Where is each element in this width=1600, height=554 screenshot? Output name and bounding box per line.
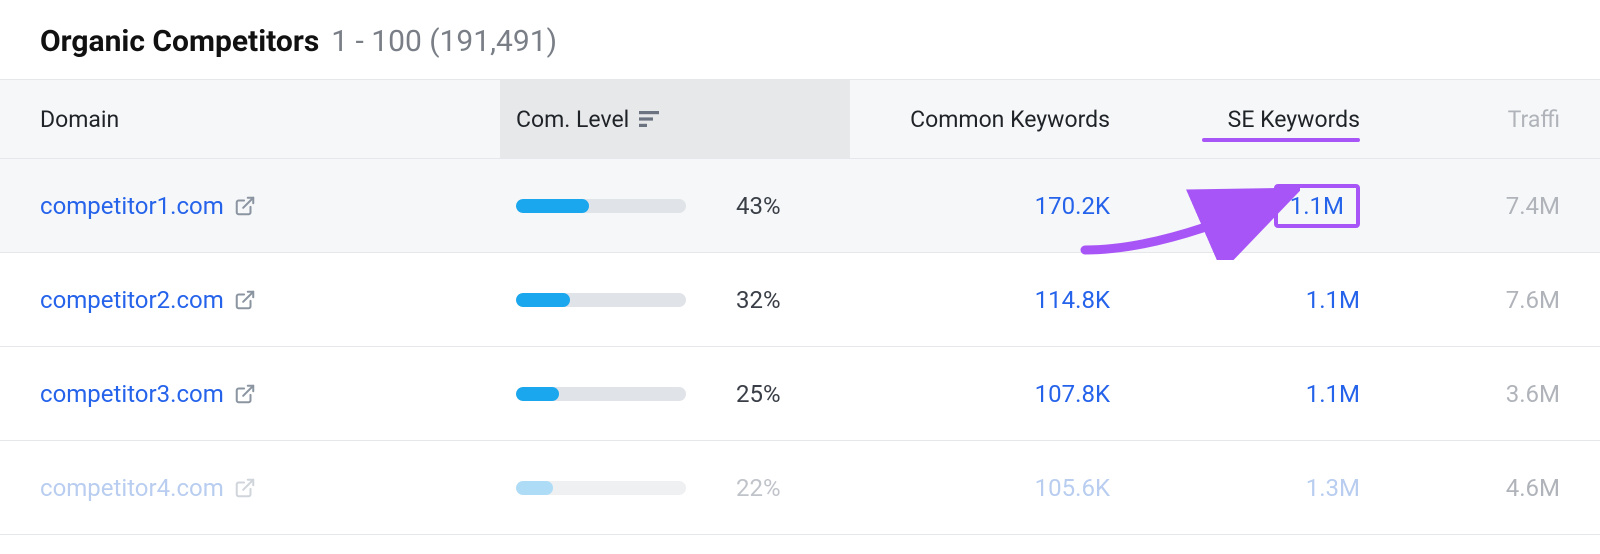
- se-keywords-value: 1.1M: [1306, 286, 1360, 314]
- progress-percent: 22%: [736, 474, 781, 502]
- col-header-traffic[interactable]: Traffi: [1400, 80, 1600, 158]
- competitors-table: Domain Com. Level Common Keywords SE Key…: [0, 79, 1600, 535]
- external-link-icon[interactable]: [234, 477, 256, 499]
- domain-text: competitor4.com: [40, 474, 224, 502]
- cell-common-keywords[interactable]: 105.6K: [850, 474, 1150, 502]
- cell-se-keywords[interactable]: 1.1M: [1150, 286, 1400, 314]
- domain-link[interactable]: competitor2.com: [40, 286, 256, 314]
- common-keywords-value: 170.2K: [1035, 192, 1110, 220]
- common-keywords-value: 107.8K: [1035, 380, 1110, 408]
- cell-domain: competitor1.com: [0, 192, 500, 220]
- cell-traffic: 7.6M: [1400, 286, 1600, 314]
- domain-link[interactable]: competitor1.com: [40, 192, 256, 220]
- table-row: competitor3.com 25% 107.8K 1.1M 3.6M: [0, 347, 1600, 441]
- external-link-icon[interactable]: [234, 383, 256, 405]
- col-header-se-keywords[interactable]: SE Keywords: [1150, 80, 1400, 158]
- cell-traffic: 3.6M: [1400, 380, 1600, 408]
- cell-se-keywords[interactable]: 1.1M: [1150, 380, 1400, 408]
- traffic-value: 4.6M: [1506, 474, 1560, 502]
- domain-text: competitor1.com: [40, 192, 224, 220]
- table-row: competitor4.com 22% 105.6K 1.3M 4.6M: [0, 441, 1600, 535]
- progress-fill: [516, 387, 559, 401]
- annotation-underline: [1202, 138, 1360, 142]
- table-row: competitor2.com 32% 114.8K 1.1M 7.6M: [0, 253, 1600, 347]
- external-link-icon[interactable]: [234, 289, 256, 311]
- cell-com-level: 43%: [500, 192, 850, 220]
- traffic-value: 7.6M: [1506, 286, 1560, 314]
- external-link-icon[interactable]: [234, 195, 256, 217]
- cell-traffic: 4.6M: [1400, 474, 1600, 502]
- page-title: Organic Competitors: [40, 24, 319, 59]
- cell-com-level: 22%: [500, 474, 850, 502]
- cell-com-level: 25%: [500, 380, 850, 408]
- se-keywords-value: 1.3M: [1306, 474, 1360, 502]
- col-header-domain-label: Domain: [40, 106, 119, 133]
- col-header-domain[interactable]: Domain: [0, 80, 500, 158]
- domain-text: competitor3.com: [40, 380, 224, 408]
- result-count: 1 - 100 (191,491): [331, 24, 557, 59]
- col-header-common-keywords[interactable]: Common Keywords: [850, 80, 1150, 158]
- col-header-com-level-label: Com. Level: [516, 106, 629, 133]
- cell-common-keywords[interactable]: 170.2K: [850, 192, 1150, 220]
- col-header-traffic-label: Traffi: [1508, 106, 1560, 133]
- domain-text: competitor2.com: [40, 286, 224, 314]
- cell-domain: competitor4.com: [0, 474, 500, 502]
- progress-bar: [516, 199, 686, 213]
- progress-percent: 43%: [736, 192, 781, 220]
- cell-com-level: 32%: [500, 286, 850, 314]
- table-row: competitor1.com 43% 170.2K 1.1M 7.4M: [0, 159, 1600, 253]
- progress-fill: [516, 199, 589, 213]
- progress-fill: [516, 293, 570, 307]
- sort-descending-icon: [639, 111, 659, 127]
- cell-common-keywords[interactable]: 107.8K: [850, 380, 1150, 408]
- progress-bar: [516, 387, 686, 401]
- cell-domain: competitor2.com: [0, 286, 500, 314]
- cell-se-keywords[interactable]: 1.3M: [1150, 474, 1400, 502]
- se-keywords-value: 1.1M: [1306, 380, 1360, 408]
- table-body: competitor1.com43%170.2K1.1M7.4Mcompetit…: [0, 159, 1600, 535]
- progress-fill: [516, 481, 553, 495]
- progress-percent: 25%: [736, 380, 781, 408]
- common-keywords-value: 114.8K: [1035, 286, 1110, 314]
- progress-bar: [516, 481, 686, 495]
- domain-link[interactable]: competitor4.com: [40, 474, 256, 502]
- cell-common-keywords[interactable]: 114.8K: [850, 286, 1150, 314]
- domain-link[interactable]: competitor3.com: [40, 380, 256, 408]
- traffic-value: 3.6M: [1506, 380, 1560, 408]
- traffic-value: 7.4M: [1506, 192, 1560, 220]
- progress-percent: 32%: [736, 286, 781, 314]
- progress-bar: [516, 293, 686, 307]
- col-header-common-label: Common Keywords: [910, 106, 1110, 133]
- col-header-se-label: SE Keywords: [1228, 106, 1360, 133]
- col-header-com-level[interactable]: Com. Level: [500, 80, 850, 158]
- table-header-row: Domain Com. Level Common Keywords SE Key…: [0, 79, 1600, 159]
- se-keywords-value: 1.1M: [1274, 184, 1360, 228]
- page-header: Organic Competitors 1 - 100 (191,491): [0, 0, 1600, 79]
- cell-traffic: 7.4M: [1400, 192, 1600, 220]
- cell-domain: competitor3.com: [0, 380, 500, 408]
- cell-se-keywords[interactable]: 1.1M: [1150, 184, 1400, 228]
- common-keywords-value: 105.6K: [1035, 474, 1110, 502]
